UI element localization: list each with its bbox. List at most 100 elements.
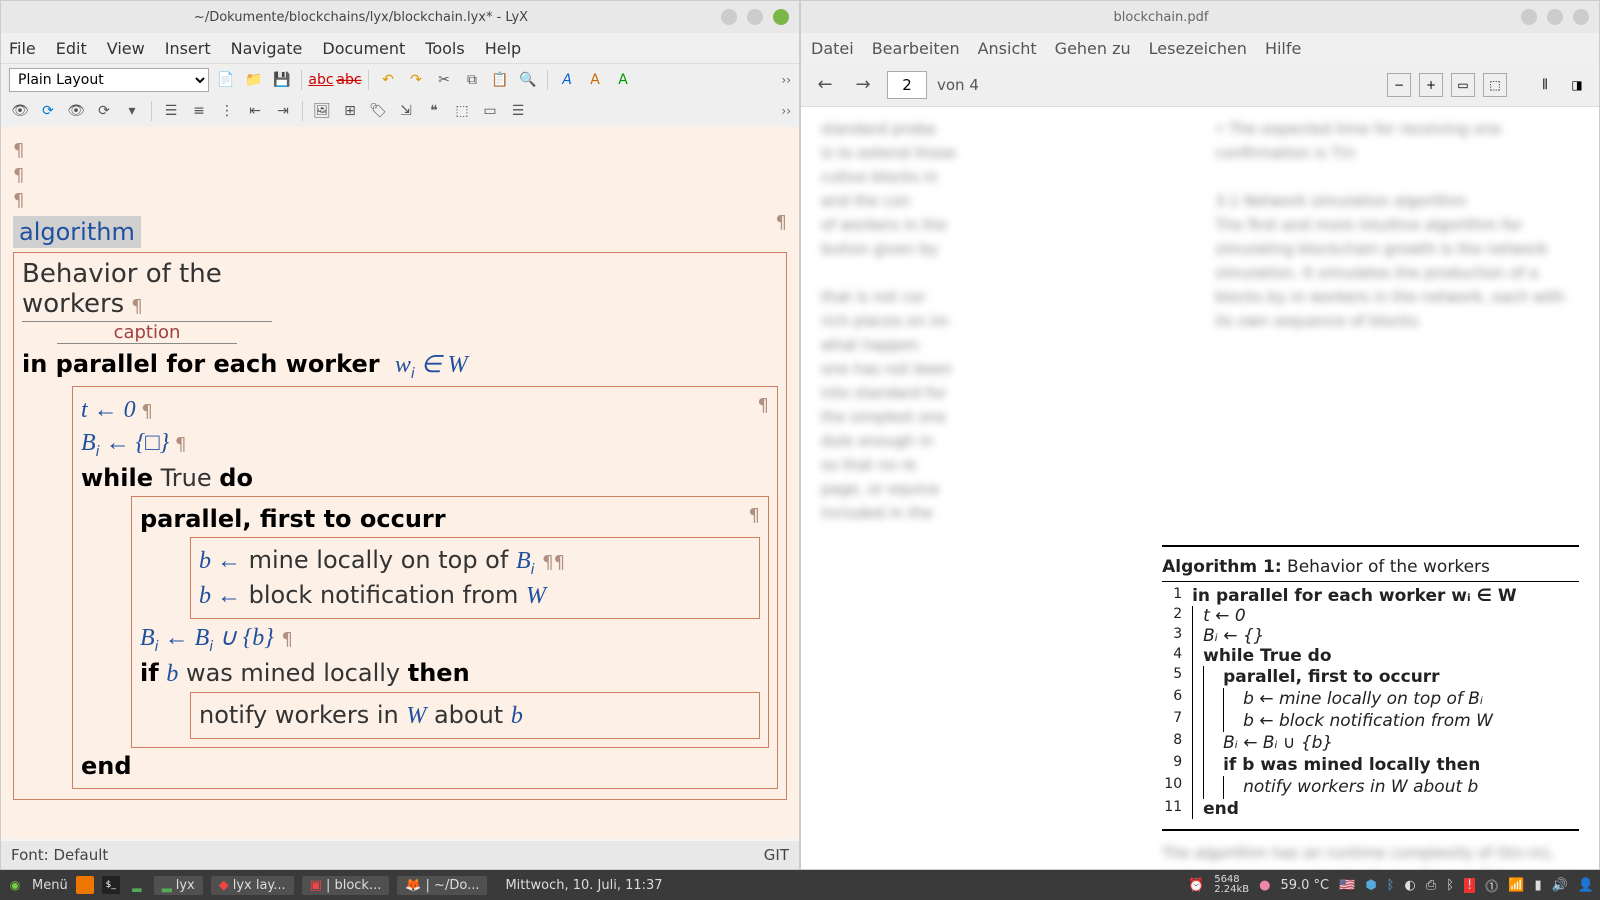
menu-document[interactable]: Document [322,39,405,58]
new-file-icon[interactable]: 📄 [215,69,237,91]
refresh-icon[interactable]: ⟳ [37,100,59,122]
update-master-icon[interactable]: ⟳ [93,100,115,122]
sidebar-icon[interactable]: ◨ [1565,73,1589,97]
taskbar-item-lyxlayout[interactable]: ◆lyx lay... [211,876,294,895]
page-number-input[interactable] [887,71,927,99]
menu-bookmarks[interactable]: Lesezeichen [1149,39,1247,58]
insert-label-icon[interactable]: 🏷 [367,100,389,122]
math-inset[interactable]: b [166,661,178,687]
indent-more-icon[interactable]: ⇥ [272,100,294,122]
math-inset[interactable]: Bi ← Bi ∪ {b} [140,625,274,651]
list-bullet-icon[interactable]: ☰ [160,100,182,122]
terminal-icon[interactable]: $_ [102,876,120,894]
next-page-button[interactable]: → [849,71,877,99]
list-item-icon[interactable]: ⋮ [216,100,238,122]
taskbar-datetime[interactable]: Mittwoch, 10. Juli, 11:37 [505,878,662,893]
insert-table-icon[interactable]: ⊞ [339,100,361,122]
math-inset[interactable]: wi ∈ W [395,352,468,378]
emphasize-icon[interactable]: A [556,69,578,91]
minimize-icon[interactable] [1521,9,1537,25]
indent-less-icon[interactable]: ⇤ [244,100,266,122]
keyword-end[interactable]: end [81,752,132,780]
taskbar-item-lyx[interactable]: ▂lyx [154,876,203,895]
clock-icon[interactable]: ⏰ [1188,878,1204,893]
color-icon[interactable]: ● [1259,878,1270,893]
spellcheck-off-icon[interactable]: a̶b̶c̶ [338,69,360,91]
keyword-parallel-first[interactable]: parallel, first to occurr [140,505,446,533]
caption-text[interactable]: Behavior of the workers [22,259,222,319]
menu-edit[interactable]: Edit [56,39,87,58]
list-numbered-icon[interactable]: ≡ [188,100,210,122]
insert-box-icon[interactable]: ☰ [507,100,529,122]
close-icon[interactable] [773,9,789,25]
fit-width-icon[interactable]: ▭ [1451,73,1475,97]
menu-help[interactable]: Help [485,39,521,58]
menu-tools[interactable]: Tools [425,39,464,58]
temperature-indicator[interactable]: 59.0 °C [1280,878,1329,893]
keyword-parallel[interactable]: in parallel for each worker [22,350,380,378]
menu-edit[interactable]: Bearbeiten [872,39,960,58]
lyx-titlebar[interactable]: ~/Dokumente/blockchains/lyx/blockchain.l… [1,1,799,33]
apply-style-icon[interactable]: A [612,69,634,91]
menu-view[interactable]: Ansicht [978,39,1037,58]
prev-page-button[interactable]: ← [811,71,839,99]
redshift-icon[interactable]: ◐ [1404,878,1415,893]
toolbar-overflow-icon[interactable]: ›› [781,73,791,87]
paste-icon[interactable]: 📋 [489,69,511,91]
menu-help[interactable]: Hilfe [1265,39,1301,58]
zoom-out-icon[interactable]: − [1387,73,1411,97]
insert-ref-icon[interactable]: ⇲ [395,100,417,122]
taskbar-item-block[interactable]: ▣| block... [302,876,390,895]
noun-icon[interactable]: A [584,69,606,91]
show-desktop-icon[interactable] [76,876,94,894]
close-icon[interactable] [1573,9,1589,25]
keyword-then[interactable]: then [408,659,470,687]
if-condition[interactable]: was mined locally [186,659,400,687]
math-inset[interactable]: Bi ← {□} [81,430,169,456]
save-file-icon[interactable]: 💾 [271,69,293,91]
insert-note-icon[interactable]: ▭ [479,100,501,122]
cut-icon[interactable]: ✂ [433,69,455,91]
math-inset[interactable]: b ← [199,583,241,609]
shield-icon[interactable]: ⬢ [1365,878,1376,893]
taskbar-item-dokumente[interactable]: 🦊| ~/Do... [397,876,487,895]
flag-icon[interactable]: 🇺🇸 [1339,878,1355,893]
pdf-page-content[interactable]: standard probais to extend thosecutive b… [801,107,1599,869]
menu-navigate[interactable]: Navigate [231,39,303,58]
network-monitor[interactable]: 56482.24kB [1214,875,1249,895]
notification-icon[interactable]: ! [1464,878,1475,893]
update-icon[interactable]: ⓵ [1485,876,1498,895]
redo-icon[interactable]: ↷ [405,69,427,91]
keyword-do[interactable]: do [219,464,253,492]
undo-icon[interactable]: ↶ [377,69,399,91]
menu-insert[interactable]: Insert [165,39,211,58]
menu-view[interactable]: View [107,39,145,58]
dual-page-icon[interactable]: ⫼ [1533,73,1557,97]
math-inset[interactable]: t ← 0 [81,397,136,423]
menu-file[interactable]: File [9,39,36,58]
fit-page-icon[interactable]: ⬚ [1483,73,1507,97]
minimize-icon[interactable] [721,9,737,25]
mint-menu-icon[interactable]: ◉ [6,876,24,894]
maximize-icon[interactable] [1547,9,1563,25]
keyword-while[interactable]: while [81,464,153,492]
math-inset[interactable]: Bi [516,548,535,574]
toolbar-overflow-icon[interactable]: ›› [781,104,791,118]
printer-icon[interactable]: ⎙ [1426,878,1436,893]
math-inset[interactable]: W [406,703,426,729]
pdf-titlebar[interactable]: blockchain.pdf [801,1,1599,33]
user-icon[interactable]: 👤 [1578,878,1594,893]
view-master-icon[interactable]: 👁 [65,100,87,122]
menu-file[interactable]: Datei [811,39,854,58]
find-icon[interactable]: 🔍 [517,69,539,91]
menu-goto[interactable]: Gehen zu [1055,39,1131,58]
math-inset[interactable]: b [511,703,523,729]
editor-content[interactable]: ¶ ¶ ¶ algorithm ¶ Behavior of the worker… [13,137,787,800]
layout-selector[interactable]: Plain Layout [9,68,209,92]
insert-figure-icon[interactable]: 🖼 [311,100,333,122]
copy-icon[interactable]: ⧉ [461,69,483,91]
text-true[interactable]: True [161,464,212,492]
battery-icon[interactable]: ▮ [1534,878,1541,893]
volume-icon[interactable]: 🔊 [1552,878,1568,893]
algorithm-float-label[interactable]: algorithm [13,216,141,248]
